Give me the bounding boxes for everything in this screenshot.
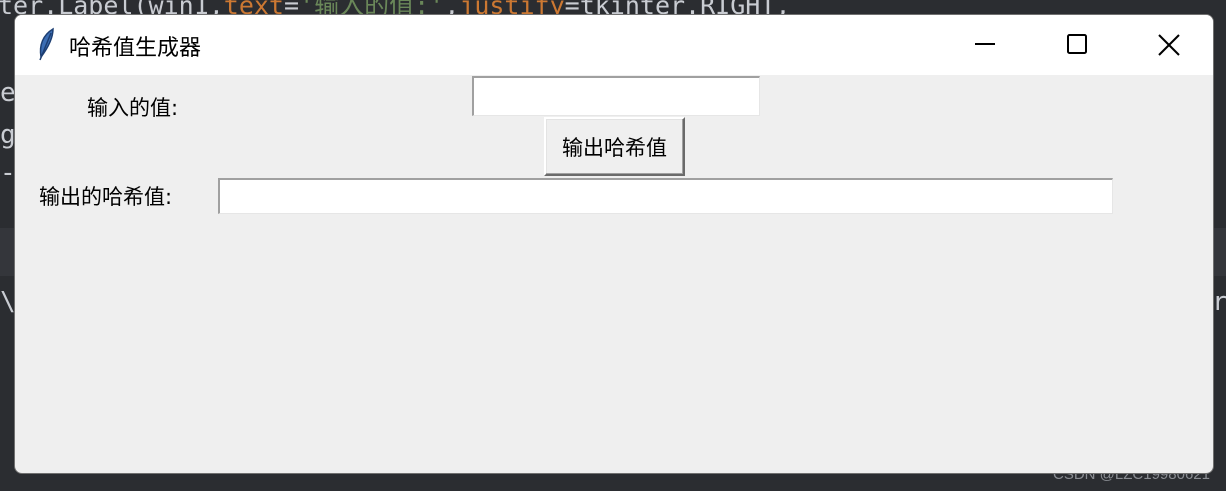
code-fragment: r xyxy=(1212,287,1226,317)
output-hash-label: 输出的哈希值: xyxy=(39,185,173,209)
minimize-icon xyxy=(975,43,995,45)
maximize-icon xyxy=(1067,34,1087,54)
app-window: 哈希值生成器 输入的值: 输出哈希值 输出的哈希值: xyxy=(14,14,1214,474)
title-bar[interactable]: 哈希值生成器 xyxy=(15,15,1213,75)
close-icon xyxy=(1158,34,1180,56)
window-title: 哈希值生成器 xyxy=(69,36,202,61)
input-value-field[interactable] xyxy=(472,76,760,116)
output-hash-button[interactable]: 输出哈希值 xyxy=(544,117,685,176)
input-value-label: 输入的值: xyxy=(87,96,179,120)
maximize-button[interactable] xyxy=(1031,15,1123,75)
minimize-button[interactable] xyxy=(939,15,1031,75)
feather-icon xyxy=(35,27,59,63)
output-hash-field[interactable] xyxy=(218,178,1113,214)
close-button[interactable] xyxy=(1123,15,1213,75)
